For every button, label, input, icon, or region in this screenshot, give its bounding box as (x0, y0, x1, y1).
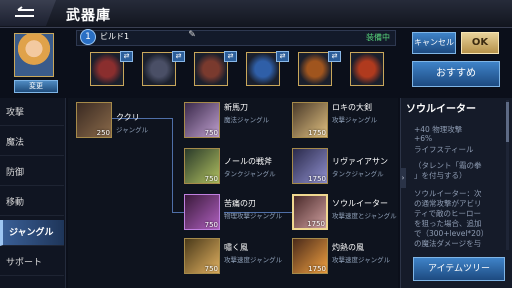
detail-stat: +6% (414, 134, 433, 143)
detail-stat: ライフスティール (414, 145, 474, 154)
collapse-arrow-icon[interactable]: › (400, 168, 406, 188)
item-type: 攻撃ジャングル (332, 116, 378, 124)
item-tree-button[interactable]: アイテムツリー (413, 257, 505, 281)
item-price: 1750 (308, 265, 326, 273)
item-type: 攻撃速度ジャングル (332, 256, 391, 264)
equipment-slots: ⇄ ⇄ ⇄ ⇄ ⇄ (80, 51, 396, 92)
item-node-shakunetsu-wind[interactable]: 1750 (292, 238, 328, 274)
item-node-loki-sword[interactable]: 1750 (292, 102, 328, 138)
ok-button[interactable]: OK (461, 32, 499, 54)
item-type: タンクジャングル (224, 170, 276, 178)
equipment-slot[interactable] (194, 52, 228, 86)
tab-support[interactable]: サポート (0, 250, 64, 276)
item-type: タンクジャングル (332, 170, 384, 178)
item-type: 魔法ジャングル (224, 116, 270, 124)
equipment-slot[interactable] (246, 52, 280, 86)
detail-scroll-thumb[interactable] (506, 102, 509, 142)
swap-icon[interactable]: ⇄ (172, 51, 185, 62)
item-type: 攻撃速度とジャングル (332, 212, 397, 220)
item-name: ロキの大剣 (332, 103, 372, 112)
swap-icon[interactable]: ⇄ (120, 51, 133, 62)
equipment-slot[interactable] (350, 52, 384, 86)
item-name: ククリ (116, 113, 140, 122)
item-type: 攻撃速度ジャングル (224, 256, 283, 264)
swap-icon[interactable]: ⇄ (224, 51, 237, 62)
equipment-slot[interactable] (142, 52, 176, 86)
recommend-button[interactable]: おすすめ (412, 61, 500, 87)
detail-title: ソウルイーター (406, 104, 476, 115)
equipped-status: 装備中 (366, 33, 390, 42)
item-node-norl-axe[interactable]: 750 (184, 148, 220, 184)
equipment-slot[interactable] (90, 52, 124, 86)
item-node-kukuri[interactable]: 250 (76, 102, 112, 138)
item-price: 750 (204, 129, 218, 137)
equipment-slot[interactable] (298, 52, 332, 86)
hero-portrait[interactable] (14, 33, 54, 77)
item-name: 灼熱の風 (332, 243, 364, 252)
swap-icon[interactable]: ⇄ (328, 51, 341, 62)
build-number-badge: 1 (80, 29, 96, 45)
back-arrow-icon (15, 6, 34, 17)
item-name: 嘯く風 (224, 243, 248, 252)
change-hero-button[interactable]: 変更 (14, 80, 58, 93)
tab-attack[interactable]: 攻撃 (0, 100, 64, 126)
item-price: 1750 (308, 175, 326, 183)
item-node-soul-eater[interactable]: 1750 (292, 194, 328, 230)
item-node-shinbato[interactable]: 750 (184, 102, 220, 138)
item-name: リヴァイアサン (332, 157, 388, 166)
item-price: 1750 (308, 129, 326, 137)
item-price: 750 (204, 221, 218, 229)
detail-description: の魔法ダメージを与 (414, 239, 482, 248)
category-sidebar: 攻撃 魔法 防御 移動 ジャングル サポート (0, 98, 66, 288)
page-title: 武器庫 (66, 8, 111, 24)
item-name: ソウルイーター (332, 199, 388, 208)
item-tree-panel: 250 ククリ ジャングル 750 新馬刀 魔法ジャングル 750 ノールの戦斧… (68, 98, 398, 288)
item-node-kutsu-blade[interactable]: 750 (184, 194, 220, 230)
item-name: ノールの戦斧 (224, 157, 272, 166)
tree-connector (172, 118, 173, 213)
tab-defense[interactable]: 防御 (0, 160, 64, 186)
item-type: 物理攻撃ジャングル (224, 212, 283, 220)
item-name: 新馬刀 (224, 103, 248, 112)
item-type: ジャングル (116, 126, 149, 134)
tab-magic[interactable]: 魔法 (0, 130, 64, 156)
pencil-icon[interactable]: ✎ (186, 30, 198, 42)
item-node-usobuku-wind[interactable]: 750 (184, 238, 220, 274)
item-name: 苦痛の刃 (224, 199, 256, 208)
tree-connector (172, 212, 184, 213)
item-price: 750 (204, 175, 218, 183)
build-name: ビルド1 (100, 32, 130, 41)
tab-movement[interactable]: 移動 (0, 190, 64, 216)
swap-icon[interactable]: ⇄ (276, 51, 289, 62)
tab-jungle[interactable]: ジャングル (0, 220, 64, 246)
item-node-leviathan[interactable]: 1750 (292, 148, 328, 184)
item-price: 250 (96, 129, 110, 137)
item-price: 1750 (307, 220, 325, 228)
item-price: 750 (204, 265, 218, 273)
detail-talent: 」を付与する） (414, 171, 467, 180)
cancel-button[interactable]: キャンセル (412, 32, 456, 54)
